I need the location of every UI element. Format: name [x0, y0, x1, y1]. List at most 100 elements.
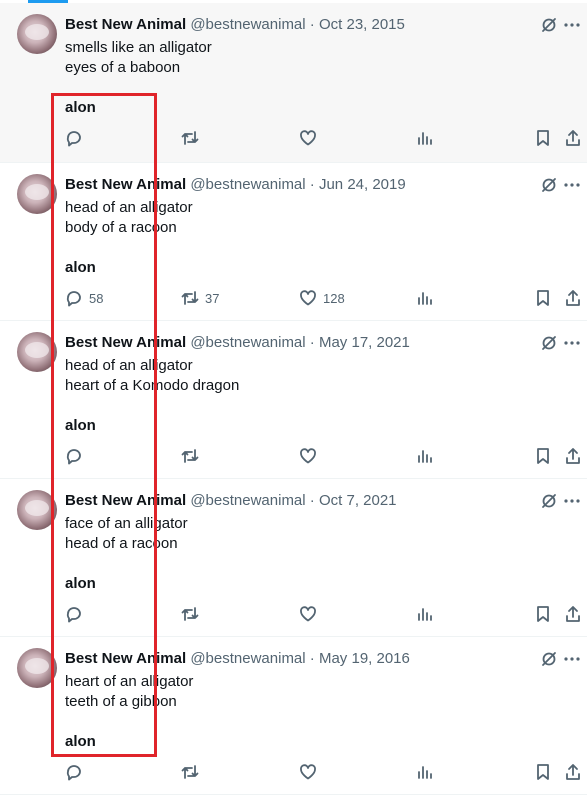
views-button[interactable] [416, 446, 434, 466]
reply-button[interactable] [65, 604, 89, 624]
author-name[interactable]: Best New Animal [65, 16, 186, 33]
like-button[interactable] [299, 446, 323, 466]
tweet-text: heart of an alligator teeth of a gibbon [65, 672, 193, 712]
like-icon [300, 448, 316, 464]
reply-count: 58 [89, 290, 104, 306]
tweet-actions: 58 37 128 [65, 288, 587, 308]
reply-button[interactable] [65, 446, 89, 466]
tweet-text: smells like an alligator eyes of a baboo… [65, 38, 212, 78]
author-tag: alon [65, 733, 96, 750]
tweet-actions [65, 128, 587, 148]
tweet-date[interactable]: Jun 24, 2019 [319, 176, 406, 193]
author-name[interactable]: Best New Animal [65, 492, 186, 509]
more-icon[interactable] [563, 17, 581, 33]
tweet-text: head of an alligator body of a racoon [65, 198, 193, 238]
retweet-button[interactable] [181, 762, 205, 782]
author-tag: alon [65, 259, 96, 276]
bookmark-icon [537, 130, 549, 146]
share-button[interactable] [564, 128, 582, 148]
share-button[interactable] [564, 604, 582, 624]
avatar[interactable] [17, 490, 57, 530]
bookmark-button[interactable] [534, 288, 552, 308]
retweet-button[interactable]: 37 [181, 288, 219, 308]
separator: · [309, 650, 315, 667]
author-handle[interactable]: @bestnewanimal [190, 176, 305, 193]
bookmark-button[interactable] [534, 604, 552, 624]
like-button[interactable] [299, 762, 323, 782]
avatar[interactable] [17, 332, 57, 372]
tweet-line: smells like an alligator [65, 39, 212, 56]
like-button[interactable]: 128 [299, 288, 345, 308]
tweet-line: eyes of a baboon [65, 59, 181, 76]
more-icon[interactable] [563, 651, 581, 667]
retweet-button[interactable] [181, 128, 205, 148]
share-icon [566, 130, 580, 146]
more-icon[interactable] [563, 335, 581, 351]
tweet-actions [65, 762, 587, 782]
author-tag: alon [65, 99, 96, 116]
tweet-date[interactable]: May 17, 2021 [319, 334, 410, 351]
author-name[interactable]: Best New Animal [65, 176, 186, 193]
tweet-line: face of an alligator [65, 515, 188, 532]
tweet[interactable]: Best New Animal @bestnewanimal · May 19,… [0, 637, 587, 795]
retweet-button[interactable] [181, 604, 205, 624]
like-icon [300, 130, 316, 146]
tweet[interactable]: Best New Animal @bestnewanimal · Oct 7, … [0, 479, 587, 637]
bookmark-button[interactable] [534, 446, 552, 466]
retweet-count: 37 [205, 290, 220, 306]
grok-icon[interactable] [541, 335, 557, 351]
like-icon [300, 606, 316, 622]
tweet-text: head of an alligator heart of a Komodo d… [65, 356, 239, 396]
separator: · [309, 492, 315, 509]
author-name[interactable]: Best New Animal [65, 650, 186, 667]
tweet-actions [65, 446, 587, 466]
author-handle[interactable]: @bestnewanimal [190, 16, 305, 33]
author-handle[interactable]: @bestnewanimal [190, 492, 305, 509]
like-button[interactable] [299, 604, 323, 624]
grok-icon[interactable] [541, 177, 557, 193]
avatar[interactable] [17, 14, 57, 54]
views-button[interactable] [416, 288, 434, 308]
reply-button[interactable] [65, 128, 89, 148]
tweet-date[interactable]: May 19, 2016 [319, 650, 410, 667]
author-handle[interactable]: @bestnewanimal [190, 650, 305, 667]
share-button[interactable] [564, 446, 582, 466]
tweet-text: face of an alligator head of a racoon [65, 514, 188, 554]
author-name[interactable]: Best New Animal [65, 334, 186, 351]
tweet-header: Best New Animal @bestnewanimal · Oct 23,… [65, 15, 517, 35]
more-icon[interactable] [563, 177, 581, 193]
reply-button[interactable] [65, 762, 89, 782]
avatar[interactable] [17, 648, 57, 688]
retweet-icon [181, 131, 199, 145]
tweet-line: heart of a Komodo dragon [65, 377, 240, 394]
views-button[interactable] [416, 128, 434, 148]
like-icon [300, 290, 316, 306]
share-button[interactable] [564, 288, 582, 308]
avatar[interactable] [17, 174, 57, 214]
tweet[interactable]: Best New Animal @bestnewanimal · May 17,… [0, 321, 587, 479]
like-count: 128 [323, 290, 345, 306]
more-icon[interactable] [563, 493, 581, 509]
grok-icon[interactable] [541, 17, 557, 33]
bookmark-button[interactable] [534, 762, 552, 782]
tweet-line: heart of an alligator [65, 673, 194, 690]
author-handle[interactable]: @bestnewanimal [190, 334, 305, 351]
reply-icon [66, 449, 81, 465]
bookmark-button[interactable] [534, 128, 552, 148]
tweet-line: body of a racoon [65, 219, 177, 236]
share-button[interactable] [564, 762, 582, 782]
retweet-button[interactable] [181, 446, 205, 466]
reply-button[interactable]: 58 [65, 288, 103, 308]
views-button[interactable] [416, 762, 434, 782]
views-button[interactable] [416, 604, 434, 624]
tweet[interactable]: Best New Animal @bestnewanimal · Jun 24,… [0, 163, 587, 321]
bookmark-icon [537, 290, 549, 306]
tweet[interactable]: Best New Animal @bestnewanimal · Oct 23,… [0, 3, 587, 163]
tweet-date[interactable]: Oct 23, 2015 [319, 16, 405, 33]
tweet-line: teeth of a gibbon [65, 693, 177, 710]
views-icon [418, 766, 432, 779]
grok-icon[interactable] [541, 651, 557, 667]
like-button[interactable] [299, 128, 323, 148]
tweet-date[interactable]: Oct 7, 2021 [319, 492, 397, 509]
grok-icon[interactable] [541, 493, 557, 509]
